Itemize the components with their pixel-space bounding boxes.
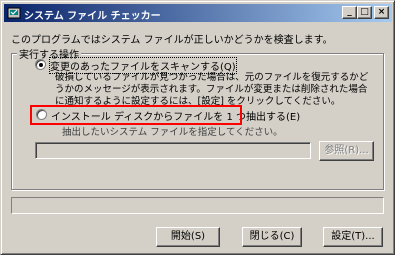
close-icon: × [377, 7, 386, 17]
browse-button[interactable]: 参照(R)... [319, 141, 374, 161]
minimize-icon: _ [347, 7, 352, 17]
description-text: このプログラムではシステム ファイルが正しいかどうかを検査します。 [11, 35, 333, 46]
extract-hint-text: 抽出したいシステム ファイルを指定してください。 [62, 127, 283, 138]
maximize-button[interactable]: □ [357, 6, 372, 19]
minimize-button[interactable]: _ [342, 6, 357, 19]
progress-bar [11, 197, 384, 214]
title-bar[interactable]: システム ファイル チェッカー _ □ × [4, 4, 392, 22]
radio-selected-dot [39, 63, 43, 67]
app-icon [7, 7, 21, 19]
start-button[interactable]: 開始(S) [156, 227, 220, 247]
close-button[interactable]: 閉じる(C) [242, 227, 302, 247]
system-file-checker-window: システム ファイル チェッカー _ □ × このプログラムではシステム ファイル… [0, 0, 395, 255]
maximize-icon: □ [360, 7, 369, 17]
file-path-input[interactable] [35, 142, 311, 159]
scan-option-note: 破損しているファイルが見つかった場合は、元のファイルを復元するかどうかのメッセー… [55, 72, 369, 107]
close-window-button[interactable]: × [374, 6, 389, 19]
scan-radio-label[interactable]: 変更のあったファイルをスキャンする(Q) [49, 57, 237, 74]
annotation-highlight-box [30, 105, 242, 125]
window-title: システム ファイル チェッカー [24, 11, 161, 22]
scan-radio[interactable] [35, 59, 46, 70]
settings-button[interactable]: 設定(T)... [323, 227, 383, 247]
